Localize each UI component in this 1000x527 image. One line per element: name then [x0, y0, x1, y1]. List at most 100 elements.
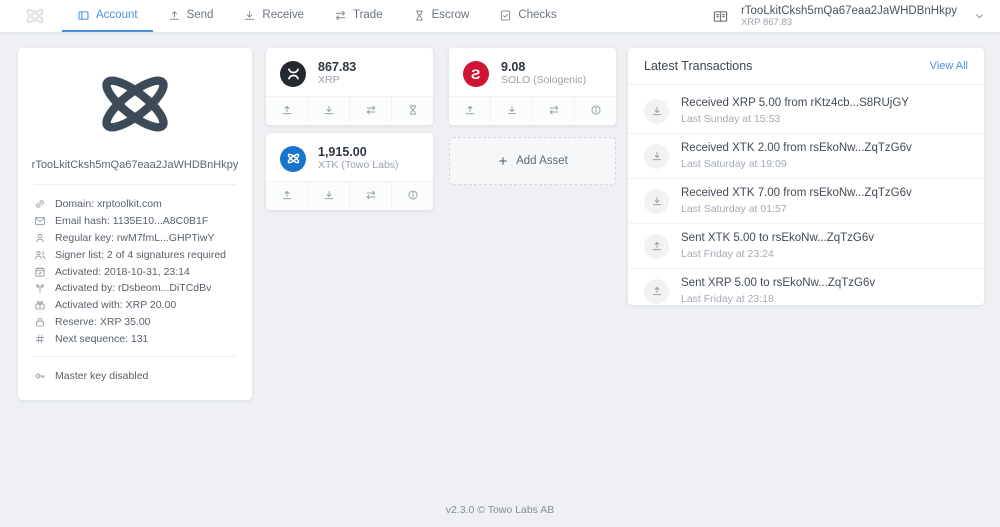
trade-icon: [548, 104, 560, 116]
transaction-text: Received XTK 7.00 from rsEkoNw...ZqTzG6v: [681, 187, 912, 199]
account-selector-balance: XRP 867.83: [740, 16, 793, 28]
sent-icon: [644, 233, 669, 259]
transaction-time: Last Saturday at 19:09: [681, 158, 787, 170]
latest-transactions-card: Latest Transactions View All Received XR…: [628, 48, 984, 305]
calendar-icon: [34, 266, 46, 278]
detail-email-hash-text: Email hash: 1135E10...A8C0B1F: [55, 215, 209, 228]
transactions-list: Received XRP 5.00 from rKtz4cb...S8RUjGY…: [628, 85, 984, 319]
transactions-header: Latest Transactions View All: [628, 48, 984, 85]
trade-icon: [334, 9, 347, 22]
xrp-send-button[interactable]: [266, 97, 307, 122]
tab-send-label: Send: [186, 9, 214, 21]
transaction-row[interactable]: Received XRP 5.00 from rKtz4cb...S8RUjGY…: [628, 89, 984, 133]
detail-activated: Activated: 2018-10-31, 23:14: [34, 263, 236, 280]
escrow-icon: [407, 104, 419, 116]
asset-solo-summary: S 9.08 SOLO (Sologenic): [449, 48, 616, 96]
xtk-info-button[interactable]: [391, 182, 433, 207]
asset-solo-actions: [449, 96, 616, 122]
xtk-send-button[interactable]: [266, 182, 307, 207]
tab-send[interactable]: Send: [153, 0, 229, 32]
solo-receive-button[interactable]: [490, 97, 532, 122]
tab-checks[interactable]: Checks: [484, 0, 571, 32]
tab-receive-label: Receive: [262, 9, 304, 21]
assets-grid: 867.83 XRP S 9.08 SOLO (Sologenic) 1,915…: [266, 48, 616, 210]
xtk-trade-button[interactable]: [349, 182, 391, 207]
asset-xtk-amount: 1,915.00: [318, 145, 367, 159]
escrow-icon: [413, 9, 426, 22]
transaction-row[interactable]: Received XTK 7.00 from rsEkoNw...ZqTzG6v…: [628, 178, 984, 223]
footer-version: v2.3.0 © Towo Labs AB: [445, 504, 555, 516]
checks-icon: [499, 9, 512, 22]
transaction-row[interactable]: Received XTK 2.00 from rsEkoNw...ZqTzG6v…: [628, 133, 984, 178]
send-icon: [281, 104, 293, 116]
receive-icon: [506, 104, 518, 116]
xtk-receive-button[interactable]: [307, 182, 349, 207]
received-icon: [644, 143, 669, 169]
xrp-toolkit-app: Account Send Receive Trade Escrow Checks: [0, 0, 1000, 527]
plus-icon: [497, 155, 509, 167]
chevron-down-icon: [973, 10, 986, 23]
tab-account-label: Account: [96, 9, 138, 21]
detail-next-sequence: Next sequence: 131: [34, 330, 236, 347]
person-icon: [34, 232, 46, 244]
tab-account[interactable]: Account: [62, 0, 153, 32]
xrp-trade-button[interactable]: [349, 97, 391, 122]
detail-signer-list: Signer list: 2 of 4 signatures required: [34, 246, 236, 263]
address-book-icon: [712, 9, 729, 24]
hash-icon: [34, 333, 46, 345]
signers-icon: [34, 249, 46, 261]
view-all-link[interactable]: View All: [930, 60, 968, 72]
master-key-section: Master key disabled: [18, 357, 252, 400]
account-avatar-logo-icon: [81, 62, 189, 146]
transaction-info: Received XTK 7.00 from rsEkoNw...ZqTzG6v…: [681, 186, 912, 216]
tab-escrow-label: Escrow: [431, 9, 470, 21]
tab-trade[interactable]: Trade: [319, 0, 398, 32]
account-selector[interactable]: rTooLkitCksh5mQa67eaa2JaWHDBnHkpy XRP 86…: [712, 0, 986, 32]
transaction-row[interactable]: Sent XRP 5.00 to rsEkoNw...ZqTzG6v Last …: [628, 268, 984, 313]
send-icon: [281, 189, 293, 201]
transaction-text: Sent XRP 5.00 to rsEkoNw...ZqTzG6v: [681, 277, 876, 289]
sologenic-letter: S: [471, 65, 481, 82]
detail-reserve-text: Reserve: XRP 35.00: [55, 315, 151, 328]
transaction-text: Sent XTK 5.00 to rsEkoNw...ZqTzG6v: [681, 232, 875, 244]
link-icon: [34, 198, 46, 210]
transaction-info: Received XRP 5.00 from rKtz4cb...S8RUjGY…: [681, 96, 909, 126]
asset-card-solo: S 9.08 SOLO (Sologenic): [449, 48, 616, 125]
asset-xrp-actions: [266, 96, 433, 122]
xrp-escrow-button[interactable]: [391, 97, 433, 122]
asset-xrp-name: XRP: [318, 74, 340, 86]
detail-activated-with: Activated with: XRP 20.00: [34, 297, 236, 314]
asset-xrp-amount: 867.83: [318, 60, 357, 74]
solo-trade-button[interactable]: [532, 97, 574, 122]
asset-xtk-summary: 1,915.00 XTK (Towo Labs): [266, 133, 433, 181]
tab-receive[interactable]: Receive: [228, 0, 319, 32]
solo-info-button[interactable]: [574, 97, 616, 122]
transaction-row[interactable]: Sent XTK 5.00 to rsEkoNw...ZqTzG6v Last …: [628, 223, 984, 268]
master-key-status: Master key disabled: [55, 370, 149, 383]
key-icon: [34, 370, 46, 382]
info-icon: [407, 189, 419, 201]
solo-send-button[interactable]: [449, 97, 490, 122]
trade-icon: [365, 104, 377, 116]
asset-solo-name: SOLO (Sologenic): [501, 74, 587, 86]
gift-icon: [34, 299, 46, 311]
asset-card-xrp: 867.83 XRP: [266, 48, 433, 125]
master-key-row: Master key disabled: [34, 368, 236, 385]
tab-checks-label: Checks: [518, 9, 557, 21]
xrp-receive-button[interactable]: [307, 97, 349, 122]
asset-xtk-info: 1,915.00 XTK (Towo Labs): [318, 145, 399, 172]
add-asset-label: Add Asset: [516, 155, 568, 167]
lock-icon: [34, 316, 46, 328]
main-nav: Account Send Receive Trade Escrow Checks: [62, 0, 572, 32]
account-selector-text: rTooLkitCksh5mQa67eaa2JaWHDBnHkpy XRP 86…: [741, 5, 957, 28]
tab-escrow[interactable]: Escrow: [398, 0, 485, 32]
add-asset-button[interactable]: Add Asset: [449, 137, 616, 185]
transaction-info: Sent XTK 5.00 to rsEkoNw...ZqTzG6v Last …: [681, 231, 874, 261]
account-icon: [77, 9, 90, 22]
asset-solo-info: 9.08 SOLO (Sologenic): [501, 60, 586, 87]
tab-trade-label: Trade: [352, 9, 383, 21]
top-navigation-bar: Account Send Receive Trade Escrow Checks: [0, 0, 1000, 32]
account-selector-address: rTooLkitCksh5mQa67eaa2JaWHDBnHkpy: [740, 4, 957, 17]
asset-xrp-summary: 867.83 XRP: [266, 48, 433, 96]
transaction-time: Last Sunday at 15:53: [681, 113, 781, 125]
